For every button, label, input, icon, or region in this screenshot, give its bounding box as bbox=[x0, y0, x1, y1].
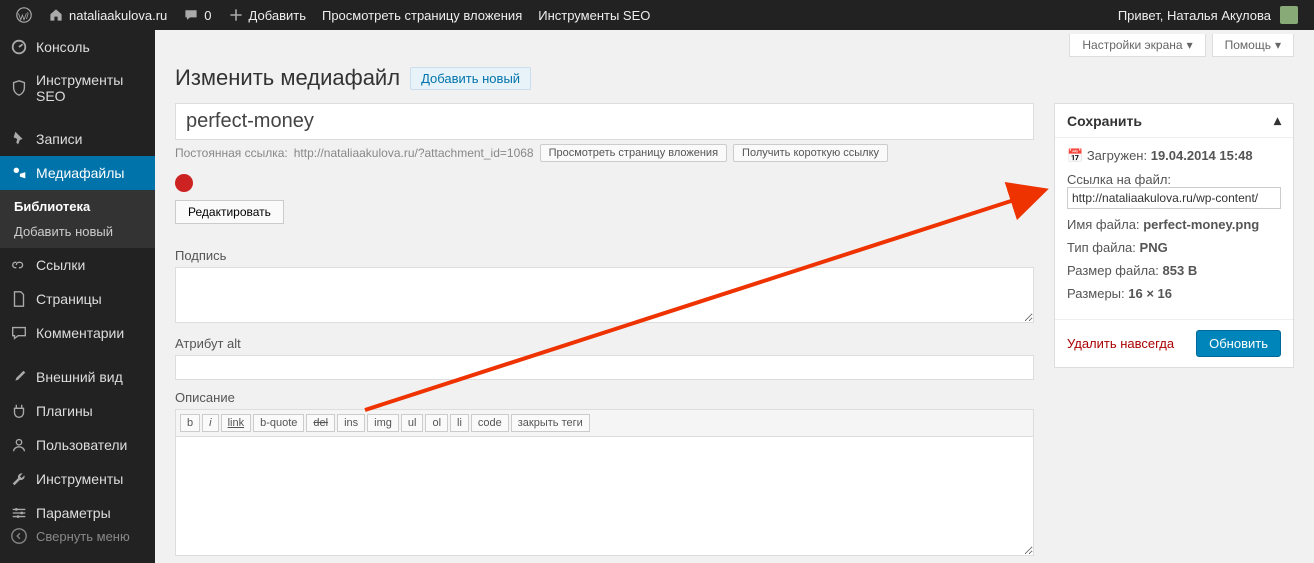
site-name: nataliaakulova.ru bbox=[69, 8, 167, 23]
avatar bbox=[1280, 6, 1298, 24]
attachment-thumbnail-row bbox=[175, 174, 1034, 192]
user-icon bbox=[10, 436, 28, 454]
calendar-icon: 📅 bbox=[1067, 148, 1083, 163]
page-title: Изменить медиафайл Добавить новый bbox=[175, 65, 1294, 91]
sidebar-item-links[interactable]: Ссылки bbox=[0, 248, 155, 282]
link-icon bbox=[10, 256, 28, 274]
screen-options-tab[interactable]: Настройки экрана▾ bbox=[1069, 34, 1205, 57]
uploaded-row: 📅 Загружен: 19.04.2014 15:48 bbox=[1067, 148, 1281, 164]
description-label: Описание bbox=[175, 390, 1034, 405]
caption-label: Подпись bbox=[175, 248, 1034, 263]
wordpress-icon bbox=[16, 7, 32, 23]
qt-code[interactable]: code bbox=[471, 414, 509, 432]
wp-logo[interactable] bbox=[8, 0, 40, 30]
screen-meta: Настройки экрана▾ Помощь▾ bbox=[175, 30, 1294, 57]
view-page-button[interactable]: Просмотреть страницу вложения bbox=[540, 144, 727, 162]
permalink-label: Постоянная ссылка: bbox=[175, 146, 288, 160]
filename-row: Имя файла: perfect-money.png bbox=[1067, 217, 1281, 232]
file-url-input[interactable] bbox=[1067, 187, 1281, 209]
delete-permanently-link[interactable]: Удалить навсегда bbox=[1067, 336, 1174, 351]
plugin-icon bbox=[10, 402, 28, 420]
submenu-add-new[interactable]: Добавить новый bbox=[0, 219, 155, 244]
comments-count: 0 bbox=[204, 8, 211, 23]
pin-icon bbox=[10, 130, 28, 148]
my-account-link[interactable]: Привет, Наталья Акулова bbox=[1110, 0, 1306, 30]
add-new-label: Добавить bbox=[249, 8, 306, 23]
attachment-thumbnail bbox=[175, 174, 193, 192]
dimensions-row: Размеры: 16 × 16 bbox=[1067, 286, 1281, 301]
admin-sidebar: Консоль Инструменты SEO Записи Медиафайл… bbox=[0, 30, 155, 563]
help-tab[interactable]: Помощь▾ bbox=[1212, 34, 1294, 57]
sidebar-item-pages[interactable]: Страницы bbox=[0, 282, 155, 316]
quicktags-toolbar: b i link b-quote del ins img ul ol li co… bbox=[175, 409, 1034, 436]
qt-del[interactable]: del bbox=[306, 414, 335, 432]
qt-img[interactable]: img bbox=[367, 414, 399, 432]
plus-icon bbox=[228, 7, 244, 23]
page-icon bbox=[10, 290, 28, 308]
qt-li[interactable]: li bbox=[450, 414, 469, 432]
alt-input[interactable] bbox=[175, 355, 1034, 380]
media-submenu: Библиотека Добавить новый bbox=[0, 190, 155, 248]
collapse-icon bbox=[10, 527, 28, 545]
sidebar-item-seo[interactable]: Инструменты SEO bbox=[0, 64, 155, 112]
submenu-library[interactable]: Библиотека bbox=[0, 194, 155, 219]
qt-ul[interactable]: ul bbox=[401, 414, 424, 432]
edit-image-button[interactable]: Редактировать bbox=[175, 200, 284, 224]
toggle-triangle-icon: ▴ bbox=[1274, 112, 1281, 129]
permalink-row: Постоянная ссылка: http://nataliaakulova… bbox=[175, 144, 1034, 162]
save-postbox-header[interactable]: Сохранить ▴ bbox=[1055, 104, 1293, 138]
description-textarea[interactable] bbox=[175, 436, 1034, 556]
brush-icon bbox=[10, 368, 28, 386]
media-icon bbox=[10, 164, 28, 182]
add-new-link[interactable]: Добавить bbox=[220, 0, 314, 30]
home-icon bbox=[48, 7, 64, 23]
wrench-icon bbox=[10, 470, 28, 488]
qt-link[interactable]: link bbox=[221, 414, 252, 432]
comment-icon bbox=[183, 7, 199, 23]
sidebar-item-media[interactable]: Медиафайлы bbox=[0, 156, 155, 190]
qt-close-tags[interactable]: закрыть теги bbox=[511, 414, 590, 432]
sidebar-item-posts[interactable]: Записи bbox=[0, 122, 155, 156]
admin-bar: nataliaakulova.ru 0 Добавить Просмотреть… bbox=[0, 0, 1314, 30]
sidebar-item-comments[interactable]: Комментарии bbox=[0, 316, 155, 350]
caption-textarea[interactable] bbox=[175, 267, 1034, 323]
sidebar-item-appearance[interactable]: Внешний вид bbox=[0, 360, 155, 394]
add-new-button[interactable]: Добавить новый bbox=[410, 67, 531, 90]
get-shortlink-button[interactable]: Получить короткую ссылку bbox=[733, 144, 888, 162]
shield-icon bbox=[10, 79, 28, 97]
sidebar-item-dashboard[interactable]: Консоль bbox=[0, 30, 155, 64]
permalink-url: http://nataliaakulova.ru/?attachment_id=… bbox=[294, 146, 534, 160]
qt-italic[interactable]: i bbox=[202, 414, 218, 432]
filetype-row: Тип файла: PNG bbox=[1067, 240, 1281, 255]
qt-bquote[interactable]: b-quote bbox=[253, 414, 304, 432]
comment-icon bbox=[10, 324, 28, 342]
dashboard-icon bbox=[10, 38, 28, 56]
sidebar-item-plugins[interactable]: Плагины bbox=[0, 394, 155, 428]
sidebar-item-users[interactable]: Пользователи bbox=[0, 428, 155, 462]
sidebar-item-tools[interactable]: Инструменты bbox=[0, 462, 155, 496]
file-url-label: Ссылка на файл: bbox=[1067, 172, 1281, 187]
view-attachment-link[interactable]: Просмотреть страницу вложения bbox=[314, 0, 530, 30]
update-button[interactable]: Обновить bbox=[1196, 330, 1281, 357]
qt-ins[interactable]: ins bbox=[337, 414, 365, 432]
collapse-menu[interactable]: Свернуть меню bbox=[0, 519, 155, 553]
filesize-row: Размер файла: 853 B bbox=[1067, 263, 1281, 278]
qt-bold[interactable]: b bbox=[180, 414, 200, 432]
comments-link[interactable]: 0 bbox=[175, 0, 219, 30]
chevron-down-icon: ▾ bbox=[1187, 38, 1193, 52]
qt-ol[interactable]: ol bbox=[425, 414, 448, 432]
save-postbox: Сохранить ▴ 📅 Загружен: 19.04.2014 15:48… bbox=[1054, 103, 1294, 368]
attachment-title-input[interactable] bbox=[175, 103, 1034, 140]
main-content: Настройки экрана▾ Помощь▾ Изменить медиа… bbox=[155, 30, 1314, 563]
chevron-down-icon: ▾ bbox=[1275, 38, 1281, 52]
seo-tools-link[interactable]: Инструменты SEO bbox=[530, 0, 658, 30]
alt-label: Атрибут alt bbox=[175, 336, 1034, 351]
site-name-link[interactable]: nataliaakulova.ru bbox=[40, 0, 175, 30]
